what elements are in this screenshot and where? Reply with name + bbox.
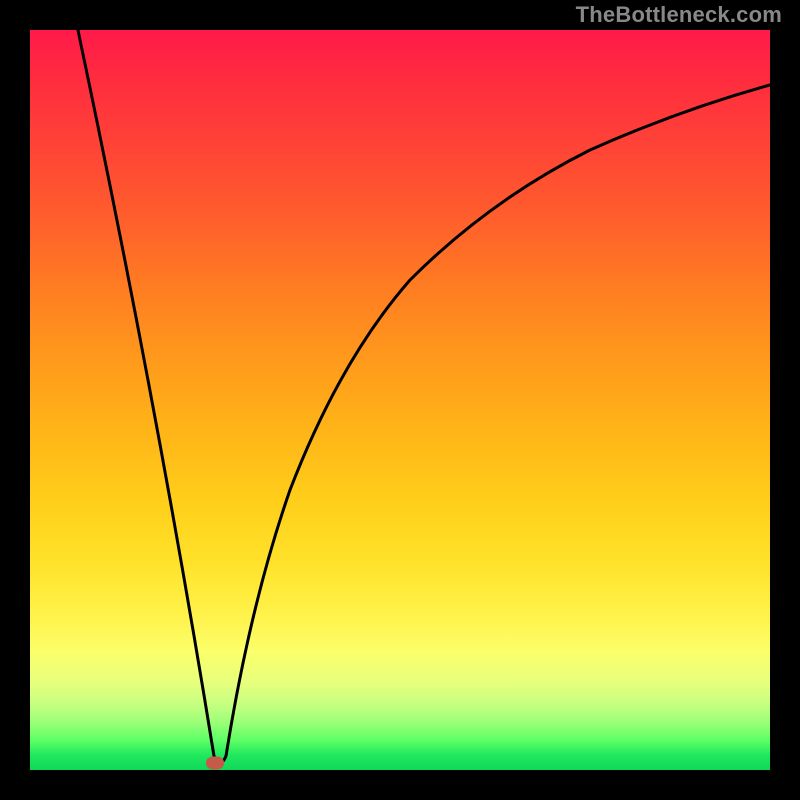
chart-frame: TheBottleneck.com <box>0 0 800 800</box>
watermark-label: TheBottleneck.com <box>576 2 782 28</box>
bottleneck-curve <box>30 30 770 770</box>
plot-area <box>30 30 770 770</box>
curve-path <box>76 30 770 763</box>
minimum-marker <box>206 757 224 770</box>
